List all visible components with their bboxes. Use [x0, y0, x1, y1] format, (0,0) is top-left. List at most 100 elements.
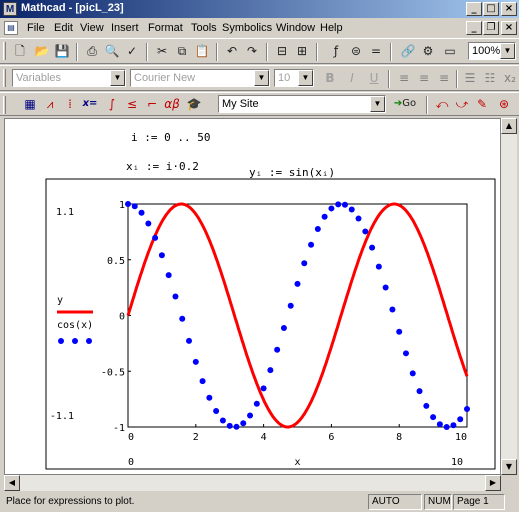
scroll-down-icon[interactable]: ▼	[501, 459, 517, 475]
boolean-icon[interactable]: ≤	[122, 94, 142, 114]
forward-icon[interactable]: ⤻	[452, 94, 472, 114]
bullets-icon[interactable]: ☰	[460, 68, 480, 88]
minimize-icon[interactable]: _	[466, 2, 482, 16]
back-icon[interactable]: ⤺	[432, 94, 452, 114]
vertical-scrollbar[interactable]: ▲ ▼	[501, 118, 517, 475]
insert-hyperlink-icon[interactable]: 🔗	[398, 41, 418, 61]
chevron-down-icon[interactable]: ▼	[254, 70, 269, 86]
series-cos-point	[328, 205, 335, 212]
y-lower-limit: -1.1	[50, 411, 74, 422]
series-cos-point	[206, 394, 213, 401]
align-center-icon[interactable]: ≡	[414, 68, 434, 88]
italic-icon[interactable]: I	[342, 68, 362, 88]
graph-toolbar-icon[interactable]: ⩘	[40, 94, 60, 114]
series-cos-point	[199, 378, 206, 385]
calculate-icon[interactable]: =	[366, 41, 386, 61]
underline-icon[interactable]: U	[364, 68, 384, 88]
favorites-icon[interactable]: ✎	[472, 94, 492, 114]
doc-restore-icon[interactable]: ❐	[483, 21, 499, 35]
undo-icon[interactable]: ↶	[222, 41, 242, 61]
resource-select[interactable]: My Site ▼	[218, 95, 386, 113]
legend-swatch-point	[58, 338, 64, 344]
insert-unit-icon[interactable]: ⊜	[346, 41, 366, 61]
window-title: Mathcad - [picL_23]	[21, 2, 124, 14]
mathcad-app-icon[interactable]: M	[3, 2, 17, 16]
font-select[interactable]: Courier New ▼	[130, 69, 270, 87]
open-icon[interactable]: 📂	[32, 41, 52, 61]
doc-close-icon[interactable]: ×	[501, 21, 517, 35]
toolbar-grip[interactable]	[3, 42, 6, 60]
programming-icon[interactable]: ⌐	[142, 94, 162, 114]
subscript-icon[interactable]: x₂	[500, 68, 519, 88]
matrix-icon[interactable]: ⁞	[60, 94, 80, 114]
style-value: Variables	[16, 72, 62, 84]
go-button[interactable]: ➔Go	[390, 94, 420, 114]
separator	[388, 70, 390, 88]
series-cos-point	[402, 350, 409, 357]
document-icon[interactable]: ▤	[4, 21, 18, 35]
spell-check-icon[interactable]: ✓	[122, 41, 142, 61]
series-cos-point	[348, 206, 355, 213]
calculus-icon[interactable]: ∫	[102, 94, 122, 114]
home-icon[interactable]: ⊛	[494, 94, 514, 114]
standard-toolbar: 🗋 📂 💾 ⎙ 🔍 ✓ ✂ ⧉ 📋 ↶ ↷ ⊟ ⊞ ƒ ⊜ = 🔗 ⚙ ▭ 10…	[0, 38, 519, 64]
menu-symbolics[interactable]: Symbolics	[222, 22, 272, 34]
chevron-down-icon[interactable]: ▼	[110, 70, 125, 86]
print-preview-icon[interactable]: 🔍	[102, 41, 122, 61]
calculator-icon[interactable]: ▦	[20, 94, 40, 114]
series-cos-point	[267, 367, 274, 374]
component-wizard-icon[interactable]: ⚙	[418, 41, 438, 61]
horizontal-scrollbar[interactable]: ◀ ▶	[4, 475, 501, 491]
new-icon[interactable]: 🗋	[10, 41, 30, 61]
insert-function-icon[interactable]: ƒ	[326, 41, 346, 61]
status-num: NUM	[424, 494, 452, 510]
resources-icon[interactable]: ▭	[440, 41, 460, 61]
status-bar: Place for expressions to plot. AUTO NUM …	[0, 492, 519, 512]
menu-window[interactable]: Window	[276, 22, 315, 34]
series-cos-point	[186, 337, 193, 344]
zoom-select[interactable]: 100% ▼	[468, 42, 516, 60]
align-right-icon[interactable]: ≡	[434, 68, 454, 88]
font-size-select[interactable]: 10 ▼	[274, 69, 314, 87]
menu-insert[interactable]: Insert	[111, 22, 139, 34]
copy-icon[interactable]: ⧉	[172, 41, 192, 61]
toolbar-grip[interactable]	[3, 96, 6, 114]
chevron-down-icon[interactable]: ▼	[500, 43, 515, 59]
cut-icon[interactable]: ✂	[152, 41, 172, 61]
align-across-icon[interactable]: ⊟	[272, 41, 292, 61]
menu-format[interactable]: Format	[148, 22, 183, 34]
menu-edit[interactable]: Edit	[54, 22, 73, 34]
chevron-down-icon[interactable]: ▼	[370, 96, 385, 112]
redo-icon[interactable]: ↷	[242, 41, 262, 61]
close-icon[interactable]: ×	[501, 2, 517, 16]
scroll-left-icon[interactable]: ◀	[4, 475, 20, 491]
series-cos-point	[125, 201, 131, 207]
legend-swatch-point	[86, 338, 92, 344]
symbolic-icon[interactable]: 🎓	[184, 94, 204, 114]
x-tick-label: 2	[193, 432, 199, 443]
align-down-icon[interactable]: ⊞	[292, 41, 312, 61]
evaluation-icon[interactable]: x=	[80, 94, 100, 114]
scroll-up-icon[interactable]: ▲	[501, 118, 517, 134]
greek-icon[interactable]: αβ	[162, 94, 182, 114]
menu-tools[interactable]: Tools	[191, 22, 217, 34]
print-icon[interactable]: ⎙	[82, 41, 102, 61]
worksheet-area[interactable]: i := 0 .. 50 xᵢ := i·0.2 yᵢ := sin(xᵢ) 0…	[4, 118, 501, 475]
maximize-icon[interactable]: □	[483, 2, 499, 16]
paste-icon[interactable]: 📋	[192, 41, 212, 61]
bold-icon[interactable]: B	[320, 68, 340, 88]
chevron-down-icon[interactable]: ▼	[298, 70, 313, 86]
xy-plot[interactable]: 0 2 4 6 8 10 1 0.5 0 -0.5 -1 1.1 -1.1 0 10 x y cos(x)	[5, 119, 501, 475]
save-icon[interactable]: 💾	[52, 41, 72, 61]
menu-file[interactable]: File	[27, 22, 45, 34]
y-upper-limit: 1.1	[56, 207, 74, 218]
menu-view[interactable]: View	[80, 22, 104, 34]
toolbar-grip[interactable]	[3, 69, 6, 87]
align-left-icon[interactable]: ≡	[394, 68, 414, 88]
numbering-icon[interactable]: ☷	[480, 68, 500, 88]
menu-help[interactable]: Help	[320, 22, 343, 34]
scroll-right-icon[interactable]: ▶	[485, 475, 501, 491]
doc-minimize-icon[interactable]: _	[466, 21, 482, 35]
series-cos-point	[362, 228, 369, 235]
style-select[interactable]: Variables ▼	[12, 69, 126, 87]
